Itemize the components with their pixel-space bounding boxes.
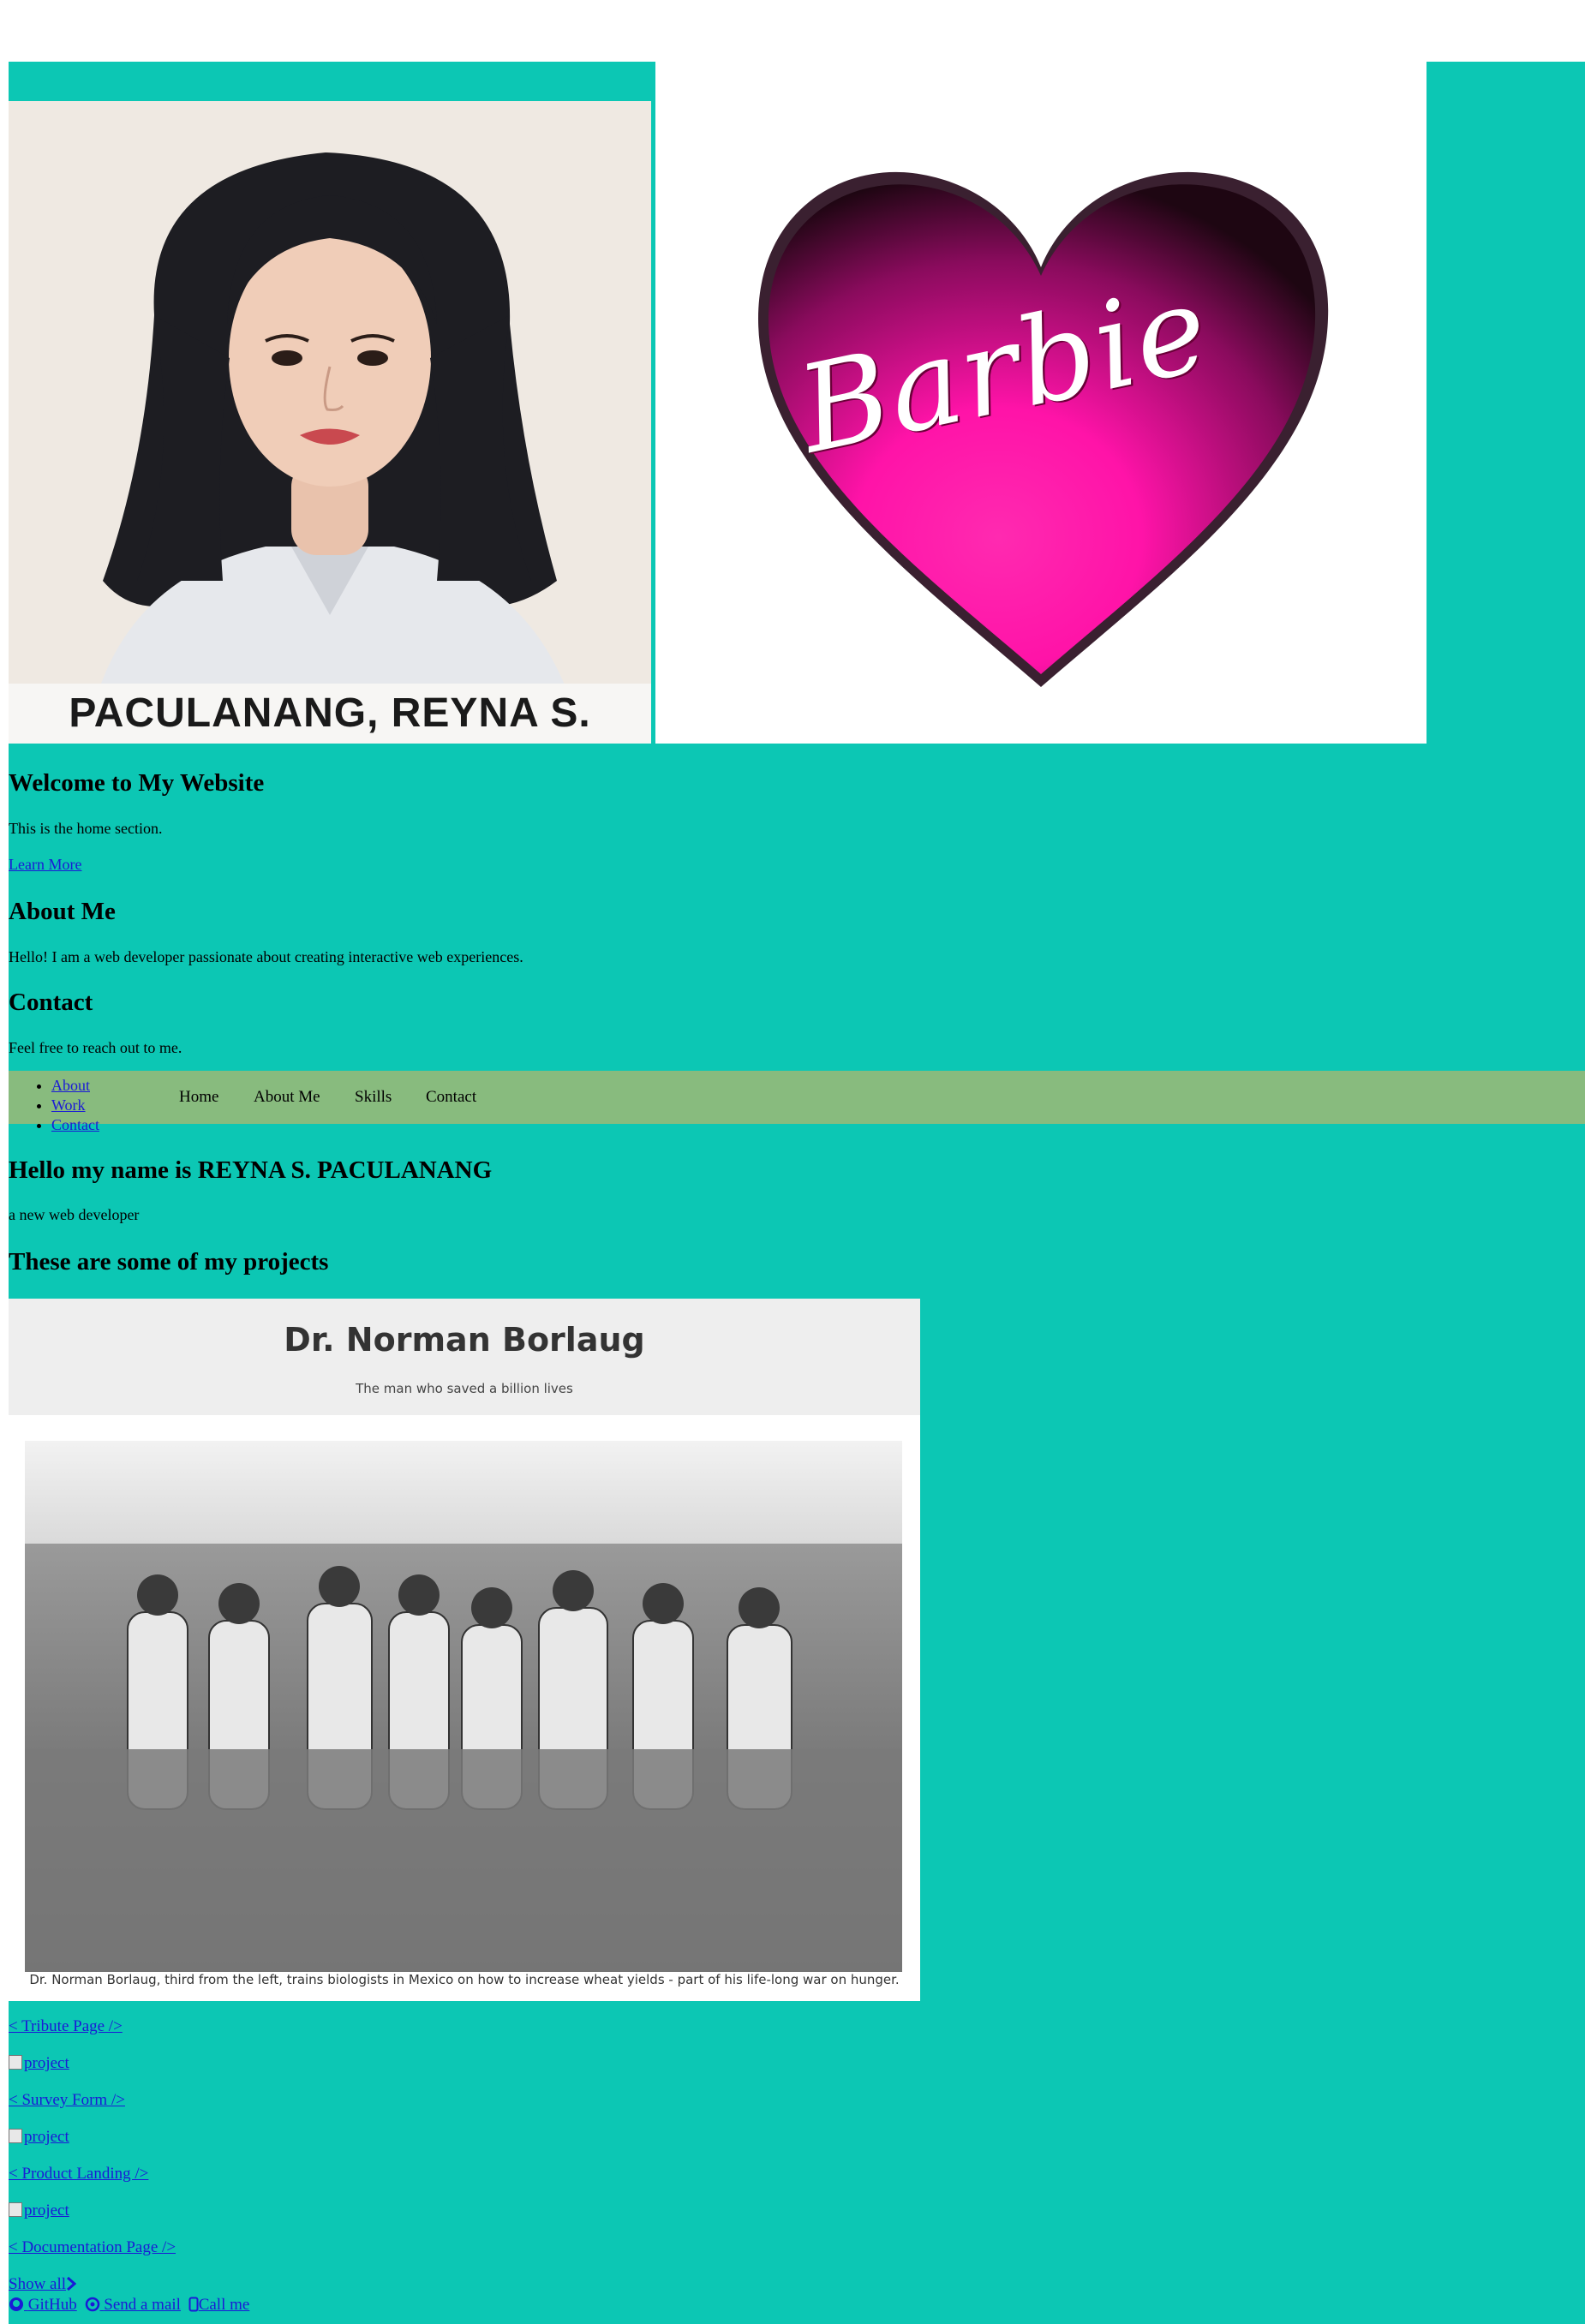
nav-link-work[interactable]: Work xyxy=(51,1096,86,1114)
broken-image-icon xyxy=(9,2055,22,2070)
project-link-product-landing[interactable]: < Product Landing /> xyxy=(9,2165,148,2184)
contact-text: Feel free to reach out to me. xyxy=(9,1039,182,1056)
navbar xyxy=(9,1071,1585,1124)
broken-image-icon xyxy=(9,2129,22,2143)
preview-title: Dr. Norman Borlaug xyxy=(284,1321,645,1359)
preview-subtitle: The man who saved a billion lives xyxy=(356,1381,573,1396)
project-image-alt: project xyxy=(24,2128,69,2146)
preview-caption: Dr. Norman Borlaug, third from the left,… xyxy=(29,1972,900,1987)
project-image-survey[interactable]: project xyxy=(9,2054,69,2073)
footer-links: GitHub Send a mail Call me xyxy=(9,2296,253,2315)
nav-link-about[interactable]: About xyxy=(51,1077,90,1094)
mail-label: Send a mail xyxy=(104,2296,181,2314)
github-label: GitHub xyxy=(27,2296,77,2314)
project-link-survey[interactable]: < Survey Form /> xyxy=(9,2091,125,2110)
show-all-label: Show all xyxy=(9,2275,67,2293)
nav-skills[interactable]: Skills xyxy=(355,1088,392,1107)
nav-contact[interactable]: Contact xyxy=(426,1088,476,1107)
project-link-documentation[interactable]: < Documentation Page /> xyxy=(9,2238,176,2257)
nav-list: About Work Contact xyxy=(9,1076,99,1135)
nav-link-contact[interactable]: Contact xyxy=(51,1116,99,1133)
intro-heading: Hello my name is REYNA S. PACULANANG xyxy=(9,1156,493,1184)
phone-icon xyxy=(188,2297,199,2312)
preview-photo xyxy=(25,1441,902,1972)
project-image-documentation[interactable]: project xyxy=(9,2202,69,2220)
home-title: Welcome to My Website xyxy=(9,769,265,797)
nav-item-work: Work xyxy=(51,1096,99,1115)
send-mail-link[interactable]: Send a mail xyxy=(85,2296,181,2314)
call-link[interactable]: Call me xyxy=(188,2296,250,2314)
at-icon xyxy=(85,2297,99,2312)
nav-item-contact: Contact xyxy=(51,1115,99,1135)
projects-heading: These are some of my projects xyxy=(9,1248,329,1276)
nav-home[interactable]: Home xyxy=(179,1088,218,1107)
github-link[interactable]: GitHub xyxy=(9,2296,77,2314)
about-title: About Me xyxy=(9,898,116,925)
show-all-link[interactable]: Show all xyxy=(9,2275,77,2294)
project-image-alt: project xyxy=(24,2202,69,2219)
chevron-right-icon xyxy=(67,2276,77,2291)
portrait-name-caption: PACULANANG, REYNA S. xyxy=(9,684,651,744)
contact-title: Contact xyxy=(9,989,93,1016)
home-text: This is the home section. xyxy=(9,820,163,837)
project-image-product[interactable]: project xyxy=(9,2128,69,2147)
learn-more-link[interactable]: Learn More xyxy=(9,856,81,874)
tribute-project-preview[interactable]: Dr. Norman Borlaug The man who saved a b… xyxy=(9,1299,920,2001)
github-icon xyxy=(9,2297,23,2311)
project-image-alt: project xyxy=(24,2054,69,2072)
profile-photo: PACULANANG, REYNA S. xyxy=(9,101,651,744)
barbie-heart-logo: Barbie xyxy=(655,62,1426,744)
about-text: Hello! I am a web developer passionate a… xyxy=(9,948,523,965)
call-label: Call me xyxy=(198,2296,250,2314)
broken-image-icon xyxy=(9,2202,22,2217)
nav-item-about: About xyxy=(51,1076,99,1096)
intro-subtitle: a new web developer xyxy=(9,1206,140,1223)
nav-about-me[interactable]: About Me xyxy=(254,1088,320,1107)
project-link-tribute[interactable]: < Tribute Page /> xyxy=(9,2017,123,2036)
